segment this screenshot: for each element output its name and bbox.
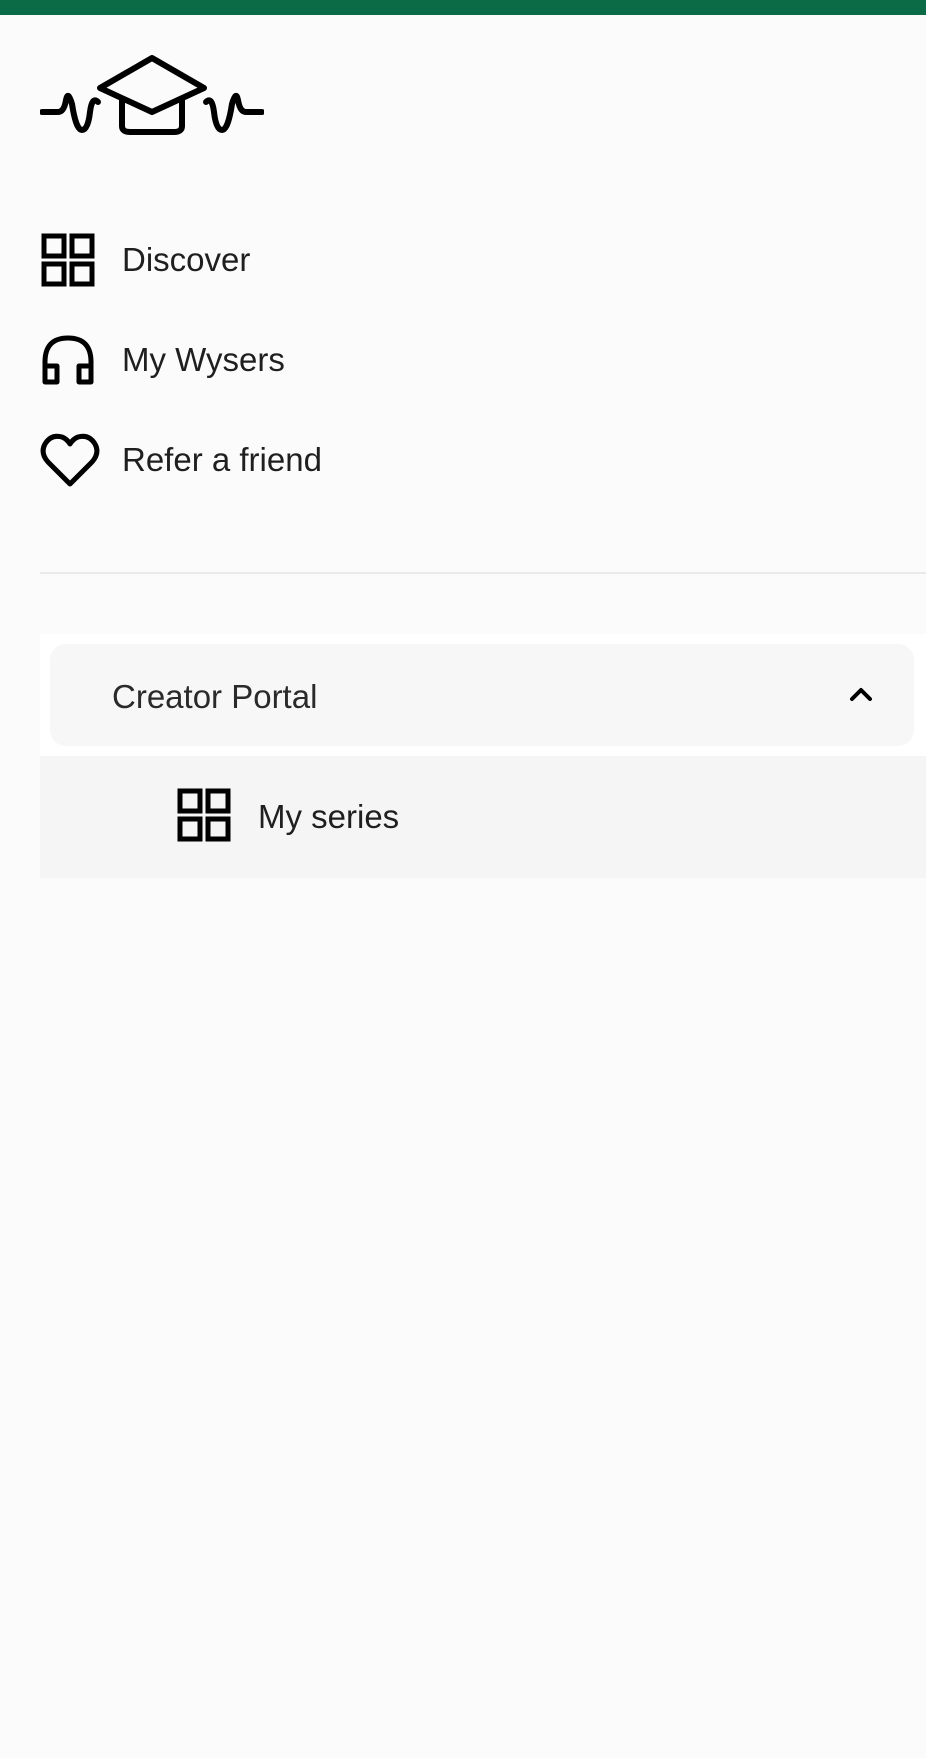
grid-icon — [40, 230, 100, 290]
grid-icon — [176, 787, 232, 848]
nav-item-my-wysers[interactable]: My Wysers — [40, 328, 380, 392]
app-logo[interactable] — [40, 50, 264, 150]
divider — [40, 572, 926, 574]
creator-portal-submenu — [40, 756, 926, 878]
headphones-icon — [40, 330, 100, 390]
heart-icon — [40, 430, 100, 490]
chevron-up-icon — [850, 688, 872, 701]
nav-item-label: My Wysers — [122, 341, 285, 378]
nav-item-discover[interactable]: Discover — [40, 228, 380, 292]
submenu-item-my-series[interactable]: My series — [176, 788, 476, 844]
creator-portal-title: Creator Portal — [112, 678, 318, 715]
top-accent-bar — [0, 0, 926, 15]
nav-item-label: Discover — [122, 241, 251, 278]
nav-item-label: Refer a friend — [122, 441, 322, 478]
submenu-item-label: My series — [258, 798, 400, 835]
nav-item-refer-a-friend[interactable]: Refer a friend — [40, 428, 380, 492]
creator-portal-toggle[interactable]: Creator Portal — [50, 644, 914, 746]
